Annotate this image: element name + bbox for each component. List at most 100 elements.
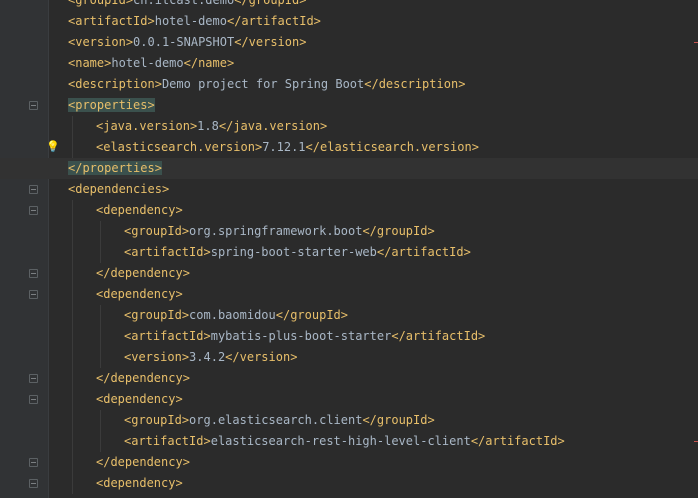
code-line[interactable]: </dependency>	[0, 263, 698, 284]
tag-bracket: </	[96, 455, 111, 469]
indent-guide	[72, 347, 73, 368]
close-tag: </dependency>	[96, 371, 190, 385]
code-line[interactable]: <version>0.0.1-SNAPSHOT</version>	[0, 32, 698, 53]
close-tag: </java.version>	[219, 119, 327, 133]
tag-bracket: </	[96, 266, 111, 280]
line-content: <name>hotel-demo</name>	[68, 53, 234, 74]
tag-name: artifactId	[485, 434, 558, 448]
open-tag: <groupId>	[124, 308, 189, 322]
code-line[interactable]: <version>3.4.2</version>	[0, 347, 698, 368]
close-tag: </dependency>	[96, 455, 190, 469]
tag-bracket: >	[203, 329, 211, 343]
tag-name: version	[239, 350, 291, 364]
code-line[interactable]: <artifactId>mybatis-plus-boot-starter</a…	[0, 326, 698, 347]
tag-bracket: >	[226, 56, 235, 70]
tag-bracket: >	[427, 224, 435, 238]
indent-guide	[72, 284, 73, 305]
tag-bracket: >	[557, 434, 565, 448]
code-line[interactable]: <groupId>cn.itcast.demo</groupId>	[0, 0, 698, 11]
line-content: <dependency>	[96, 389, 183, 410]
tag-bracket: >	[147, 14, 155, 28]
element-value: hotel-demo	[111, 56, 184, 70]
tag-name: java.version	[233, 119, 321, 133]
line-content: <properties>	[68, 95, 155, 116]
open-tag: <dependency>	[96, 287, 183, 301]
line-content: </dependency>	[96, 368, 190, 389]
close-tag: </artifactId>	[227, 14, 321, 28]
tag-bracket: >	[463, 245, 471, 259]
tag-name: description	[75, 77, 155, 91]
error-stripe-mark[interactable]	[694, 42, 698, 43]
code-line[interactable]: <java.version>1.8</java.version>	[0, 116, 698, 137]
indent-guide	[72, 242, 73, 263]
code-line[interactable]: <dependency>	[0, 200, 698, 221]
open-tag: <dependency>	[96, 476, 183, 490]
indent-guide	[100, 347, 101, 368]
tag-bracket: >	[313, 14, 321, 28]
code-line[interactable]: <elasticsearch.version>7.12.1</elasticse…	[0, 137, 698, 158]
error-stripe-mark[interactable]	[694, 441, 698, 442]
tag-name: version	[131, 350, 182, 364]
close-tag: </name>	[184, 56, 235, 70]
tag-bracket: </	[275, 308, 291, 322]
tag-name: groupId	[131, 308, 182, 322]
code-line[interactable]: <name>hotel-demo</name>	[0, 53, 698, 74]
tag-bracket: </	[391, 329, 406, 343]
element-value: 7.12.1	[262, 140, 306, 154]
code-line[interactable]: <groupId>org.elasticsearch.client</group…	[0, 410, 698, 431]
indent-guide	[72, 137, 73, 158]
line-content: </dependency>	[96, 263, 190, 284]
close-tag: </version>	[234, 35, 306, 49]
code-line[interactable]: <dependency>	[0, 473, 698, 494]
tag-name: groupId	[131, 413, 182, 427]
code-line[interactable]: <description>Demo project for Spring Boo…	[0, 74, 698, 95]
code-line[interactable]: </properties>	[0, 158, 698, 179]
tag-bracket: >	[154, 161, 162, 175]
tag-name: artifactId	[131, 245, 204, 259]
tag-bracket: >	[290, 350, 298, 364]
tag-name: elasticsearch.version	[320, 140, 472, 154]
tag-name: properties	[75, 98, 148, 112]
indent-guide	[72, 431, 73, 452]
code-line[interactable]: </dependency>	[0, 452, 698, 473]
close-tag: </groupId>	[234, 0, 306, 7]
line-content: <dependency>	[96, 200, 183, 221]
code-line[interactable]: <artifactId>hotel-demo</artifactId>	[0, 11, 698, 32]
code-line[interactable]: <groupId>com.baomidou</groupId>	[0, 305, 698, 326]
indent-guide	[72, 221, 73, 242]
tag-bracket: >	[181, 350, 190, 364]
close-tag: </artifactId>	[391, 329, 485, 343]
tag-bracket: </	[470, 434, 486, 448]
tag-bracket: >	[203, 434, 211, 448]
code-line[interactable]: <artifactId>spring-boot-starter-web</art…	[0, 242, 698, 263]
tag-bracket: >	[181, 308, 190, 322]
tag-name: artifactId	[131, 329, 204, 343]
tag-name: description	[378, 77, 459, 91]
open-tag: <artifactId>	[124, 245, 211, 259]
code-line[interactable]: <dependencies>	[0, 179, 698, 200]
close-tag: </groupId>	[362, 413, 434, 427]
element-value: com.baomidou	[189, 308, 276, 322]
code-line[interactable]: <artifactId>elasticsearch-rest-high-leve…	[0, 431, 698, 452]
code-line[interactable]: <dependency>	[0, 389, 698, 410]
tag-name: groupId	[290, 308, 341, 322]
tag-name: dependency	[110, 266, 183, 280]
xml-editor[interactable]: 💡 <groupId>cn.itcast.demo</groupId> <arti…	[0, 0, 698, 498]
close-tag: </groupId>	[362, 224, 434, 238]
line-content: <dependencies>	[68, 179, 169, 200]
tag-bracket: >	[340, 308, 349, 322]
indent-guide	[72, 473, 73, 494]
line-content: </dependency>	[96, 452, 190, 473]
line-content: <artifactId>spring-boot-starter-web</art…	[124, 242, 471, 263]
code-line[interactable]: <groupId>org.springframework.boot</group…	[0, 221, 698, 242]
open-tag: <artifactId>	[68, 14, 155, 28]
indent-guide	[72, 263, 73, 284]
code-line[interactable]: </dependency>	[0, 368, 698, 389]
code-line[interactable]: <dependency>	[0, 284, 698, 305]
tag-name: dependency	[110, 455, 183, 469]
code-line[interactable]: <properties>	[0, 95, 698, 116]
tag-bracket: >	[125, 0, 134, 7]
line-content: <version>0.0.1-SNAPSHOT</version>	[68, 32, 306, 53]
tag-bracket: </	[234, 35, 249, 49]
tag-bracket: </	[218, 119, 234, 133]
